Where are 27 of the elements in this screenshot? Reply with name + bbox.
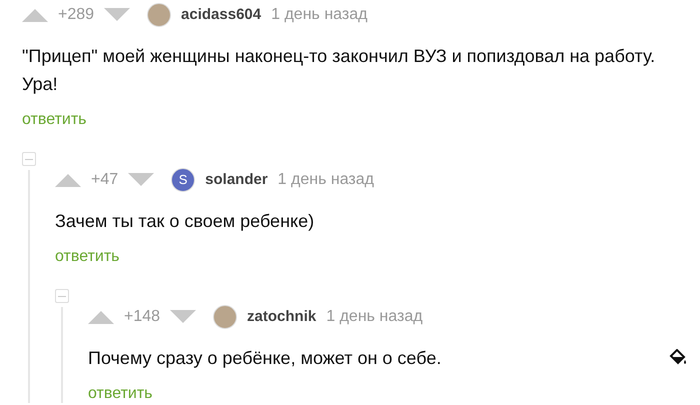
reply-link[interactable]: ответить (88, 385, 152, 403)
upvote-icon[interactable] (55, 173, 81, 187)
avatar-photo-placeholder[interactable] (147, 3, 172, 27)
comment-text: "Прицеп" моей женщины наконец-то закончил ВУЗ и попиздовал на работу. Ура! (22, 45, 656, 96)
author-name[interactable]: acidass604 (181, 4, 262, 26)
reply-link[interactable]: ответить (22, 111, 86, 129)
comment-text: Зачем ты так о своем ребенке) (55, 210, 316, 233)
rating: +47 (91, 170, 118, 190)
author-name[interactable]: zatochnik (247, 306, 316, 328)
downvote-icon[interactable] (104, 8, 130, 22)
upvote-icon[interactable] (88, 310, 114, 324)
paint-bucket-icon[interactable] (668, 349, 688, 367)
comment-time: 1 день назад (326, 307, 423, 327)
rating: +148 (124, 307, 160, 327)
downvote-icon[interactable] (128, 173, 154, 187)
author-name[interactable]: solander (205, 168, 268, 192)
comment-text: Почему сразу о ребёнке, может он о себе. (88, 347, 442, 370)
downvote-icon[interactable] (170, 310, 196, 324)
rating: +289 (58, 5, 94, 25)
collapse-toggle[interactable] (22, 152, 36, 166)
comment-time: 1 день назад (271, 5, 368, 25)
upvote-icon[interactable] (22, 8, 48, 22)
avatar-photo-placeholder[interactable] (213, 305, 238, 329)
avatar[interactable]: S (171, 168, 196, 192)
reply-link[interactable]: ответить (55, 248, 120, 266)
comment-time: 1 день назад (278, 170, 374, 190)
collapse-toggle[interactable] (55, 289, 69, 303)
